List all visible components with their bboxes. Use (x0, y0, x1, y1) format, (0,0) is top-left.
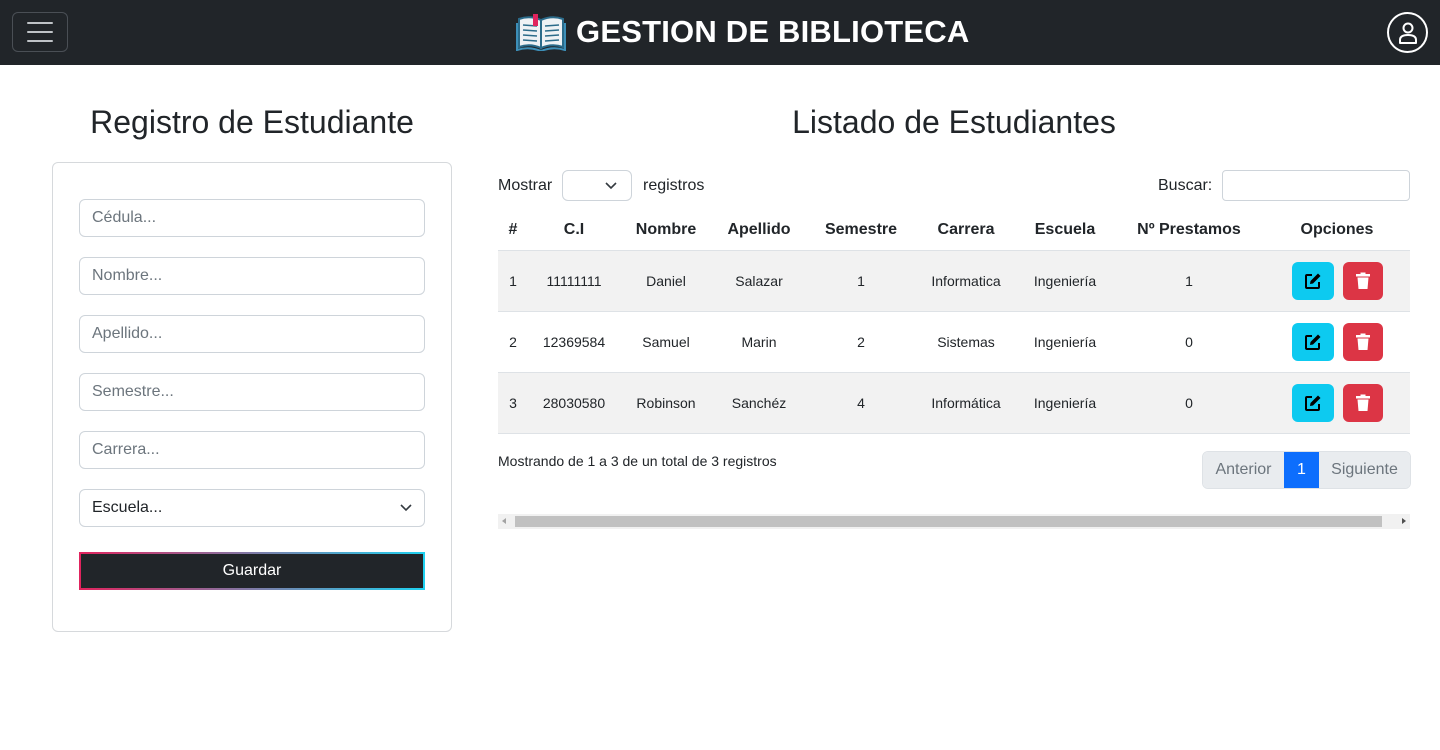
user-account-button[interactable] (1387, 12, 1428, 53)
cell-escuela: Ingeniería (1033, 273, 1097, 289)
form-heading: Registro de Estudiante (90, 104, 414, 140)
delete-button[interactable] (1342, 262, 1383, 300)
cell-prestamos: 0 (1185, 395, 1193, 411)
delete-button[interactable] (1342, 323, 1383, 361)
trash-icon (1355, 333, 1370, 350)
pagination: Anterior 1 Siguiente (1202, 451, 1411, 489)
edit-icon (1304, 334, 1320, 350)
chevron-down-icon (400, 504, 412, 512)
escuela-select[interactable]: Escuela... (79, 489, 425, 527)
cell-carrera: Sistemas (937, 334, 995, 350)
column-header[interactable]: Semestre (806, 221, 916, 239)
horizontal-scrollbar[interactable] (498, 514, 1410, 529)
column-header[interactable]: Nº Prestamos (1114, 221, 1264, 239)
list-heading: Listado de Estudiantes (792, 104, 1116, 140)
navbar: GESTION DE BIBLIOTECA (0, 0, 1440, 65)
table-row: 3 28030580 Robinson Sanchéz 4 Informátic… (498, 373, 1410, 434)
cell-semestre: 2 (857, 334, 865, 350)
cell-nombre: Robinson (636, 395, 696, 411)
table-row: 1 11111111 Daniel Salazar 1 Informatica … (498, 251, 1410, 312)
records-label: registros (643, 177, 705, 194)
cell-prestamos: 0 (1185, 334, 1193, 350)
table-header: # C.I Nombre Apellido Semestre Carrera E… (498, 210, 1410, 251)
trash-icon (1355, 394, 1370, 411)
cell-opciones (1264, 323, 1410, 361)
hamburger-icon (27, 22, 53, 24)
column-header[interactable]: # (498, 221, 528, 239)
trash-icon (1355, 272, 1370, 289)
nombre-input[interactable] (79, 257, 425, 295)
save-button[interactable]: Guardar (79, 552, 425, 590)
cell-semestre: 1 (857, 273, 865, 289)
column-header[interactable]: C.I (528, 221, 620, 239)
edit-icon (1304, 395, 1320, 411)
chevron-down-icon (605, 181, 617, 189)
cell-prestamos: 1 (1185, 273, 1193, 289)
cell-nombre: Daniel (646, 273, 686, 289)
cell-index: 2 (509, 334, 517, 350)
menu-toggle-button[interactable] (12, 12, 68, 52)
scroll-right-arrow-icon[interactable] (1402, 518, 1406, 524)
delete-button[interactable] (1342, 384, 1383, 422)
semestre-input[interactable] (79, 373, 425, 411)
scroll-left-arrow-icon[interactable] (502, 518, 506, 524)
open-book-icon (516, 14, 566, 51)
search-label: Buscar: (1158, 177, 1213, 194)
cell-carrera: Informatica (931, 273, 1001, 289)
escuela-select-value: Escuela... (92, 499, 163, 516)
edit-button[interactable] (1291, 323, 1334, 361)
cell-carrera: Informática (931, 395, 1001, 411)
cell-index: 3 (509, 395, 517, 411)
apellido-input[interactable] (79, 315, 425, 353)
app-title: GESTION DE BIBLIOTECA (576, 14, 970, 49)
pagination-prev-button[interactable]: Anterior (1203, 452, 1284, 488)
column-header[interactable]: Escuela (1016, 221, 1114, 239)
search-input[interactable] (1222, 170, 1410, 201)
cell-nombre: Samuel (642, 334, 690, 350)
cell-ci: 12369584 (542, 334, 606, 350)
edit-button[interactable] (1291, 384, 1334, 422)
cedula-input[interactable] (79, 199, 425, 237)
table-row: 2 12369584 Samuel Marin 2 Sistemas Ingen… (498, 312, 1410, 373)
column-header[interactable]: Nombre (620, 221, 712, 239)
cell-opciones (1264, 262, 1410, 300)
table-info: Mostrando de 1 a 3 de un total de 3 regi… (498, 453, 777, 469)
cell-ci: 28030580 (542, 395, 606, 411)
cell-escuela: Ingeniería (1033, 395, 1097, 411)
edit-button[interactable] (1291, 262, 1334, 300)
cell-index: 1 (509, 273, 517, 289)
cell-apellido: Marin (741, 334, 777, 350)
cell-apellido: Salazar (735, 273, 783, 289)
pagination-page-button[interactable]: 1 (1284, 452, 1319, 488)
column-header[interactable]: Apellido (712, 221, 806, 239)
cell-opciones (1264, 384, 1410, 422)
show-label: Mostrar (498, 177, 553, 194)
edit-icon (1304, 273, 1320, 289)
pagination-next-button[interactable]: Siguiente (1319, 452, 1410, 488)
user-icon (1398, 22, 1417, 44)
cell-escuela: Ingeniería (1033, 334, 1097, 350)
brand[interactable]: GESTION DE BIBLIOTECA (516, 10, 969, 54)
column-header: Opciones (1300, 221, 1374, 238)
cell-apellido: Sanchéz (731, 395, 787, 411)
page-length-select[interactable] (562, 170, 632, 201)
cell-ci: 11111111 (546, 273, 602, 289)
scrollbar-thumb[interactable] (515, 516, 1382, 527)
student-form: Escuela... Guardar (52, 162, 452, 632)
carrera-input[interactable] (79, 431, 425, 469)
cell-semestre: 4 (857, 395, 865, 411)
column-header[interactable]: Carrera (916, 221, 1016, 239)
